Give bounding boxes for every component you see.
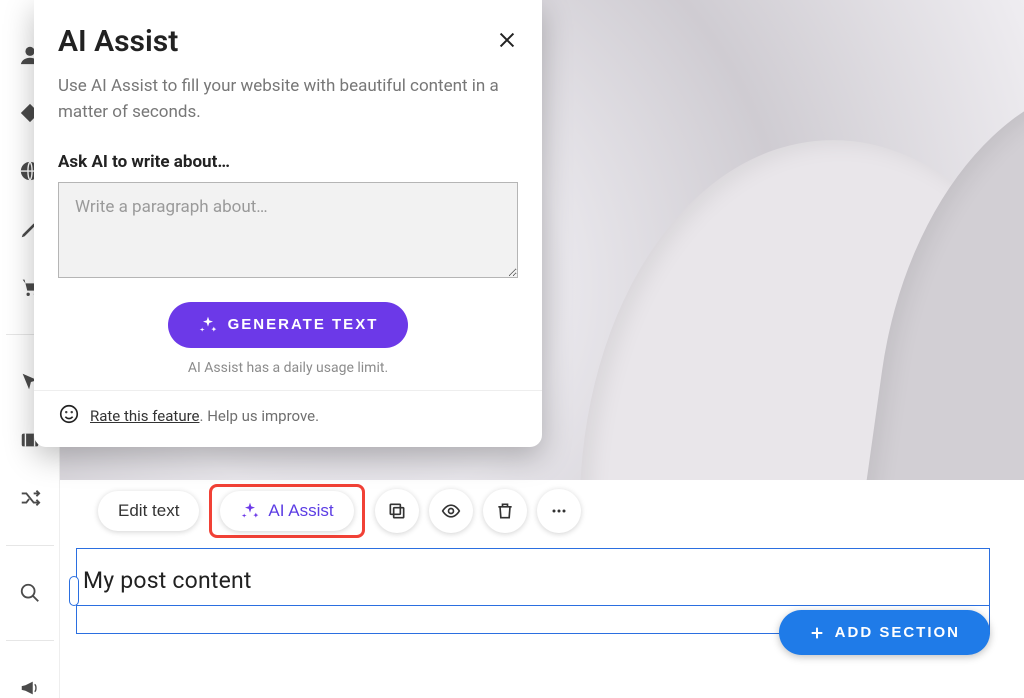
generate-text-button[interactable]: GENERATE TEXT (168, 302, 409, 348)
smile-icon (58, 403, 80, 429)
panel-title: AI Assist (58, 24, 178, 59)
sparkle-icon (198, 315, 218, 335)
delete-button[interactable] (483, 489, 527, 533)
ai-assist-highlight: AI Assist (209, 484, 364, 538)
ai-assist-button[interactable]: AI Assist (220, 491, 353, 531)
usage-limit-text: AI Assist has a daily usage limit. (188, 360, 388, 376)
add-section-label: ADD SECTION (835, 624, 960, 641)
panel-subtitle: Use AI Assist to fill your website with … (58, 73, 518, 126)
resize-handle-left[interactable] (69, 576, 79, 606)
visibility-button[interactable] (429, 489, 473, 533)
rate-link[interactable]: Rate this feature (90, 407, 200, 425)
add-section-button[interactable]: ADD SECTION (779, 610, 990, 655)
search-icon[interactable] (18, 582, 42, 604)
selection-divider (77, 605, 989, 606)
prompt-textarea[interactable] (58, 182, 518, 278)
generate-label: GENERATE TEXT (228, 316, 379, 333)
edit-text-button[interactable]: Edit text (98, 491, 199, 531)
rate-help-text: Help us improve. (207, 407, 319, 425)
ai-assist-label: AI Assist (268, 501, 333, 521)
edit-text-label: Edit text (118, 501, 179, 521)
shuffle-icon[interactable] (18, 487, 42, 509)
rate-row: Rate this feature. Help us improve. (58, 403, 518, 429)
prompt-label: Ask AI to write about… (58, 152, 518, 172)
post-content-text[interactable]: My post content (83, 567, 252, 594)
duplicate-button[interactable] (375, 489, 419, 533)
ai-assist-panel: AI Assist Use AI Assist to fill your web… (34, 0, 542, 447)
element-toolbar: Edit text AI Assist (98, 484, 581, 538)
sparkle-icon (240, 501, 260, 521)
panel-divider (34, 390, 542, 391)
close-button[interactable] (496, 24, 518, 59)
more-button[interactable] (537, 489, 581, 533)
megaphone-icon[interactable] (18, 677, 42, 698)
plus-icon (809, 625, 825, 641)
